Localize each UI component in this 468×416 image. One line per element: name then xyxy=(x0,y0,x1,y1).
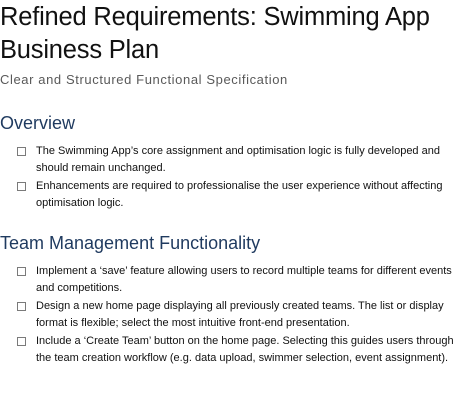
list-item-text: Include a ‘Create Team’ button on the ho… xyxy=(36,335,454,364)
document-subtitle: Clear and Structured Functional Specific… xyxy=(0,72,288,87)
section-heading-team-management: Team Management Functionality xyxy=(0,233,261,253)
document-page: Refined Requirements: Swimming App Busin… xyxy=(0,0,468,416)
checkbox-icon xyxy=(17,267,26,276)
checkbox-icon xyxy=(17,302,26,311)
team-management-list: Implement a ‘save’ feature allowing user… xyxy=(0,263,468,368)
checkbox-icon xyxy=(17,337,26,346)
list-item-text: Implement a ‘save’ feature allowing user… xyxy=(36,265,452,294)
checkbox-icon xyxy=(17,182,26,191)
list-item-text: Enhancements are required to professiona… xyxy=(36,180,443,209)
list-item: Include a ‘Create Team’ button on the ho… xyxy=(0,333,468,367)
document-title: Refined Requirements: Swimming App Busin… xyxy=(0,3,430,64)
overview-list: The Swimming App’s core assignment and o… xyxy=(0,143,468,213)
list-item: Design a new home page displaying all pr… xyxy=(0,298,468,332)
list-item-text: Design a new home page displaying all pr… xyxy=(36,300,444,329)
list-item: The Swimming App’s core assignment and o… xyxy=(0,143,468,177)
section-heading-overview: Overview xyxy=(0,113,76,133)
list-item: Enhancements are required to professiona… xyxy=(0,178,468,212)
list-item-text: The Swimming App’s core assignment and o… xyxy=(36,145,440,174)
checkbox-icon xyxy=(17,147,26,156)
list-item: Implement a ‘save’ feature allowing user… xyxy=(0,263,468,297)
